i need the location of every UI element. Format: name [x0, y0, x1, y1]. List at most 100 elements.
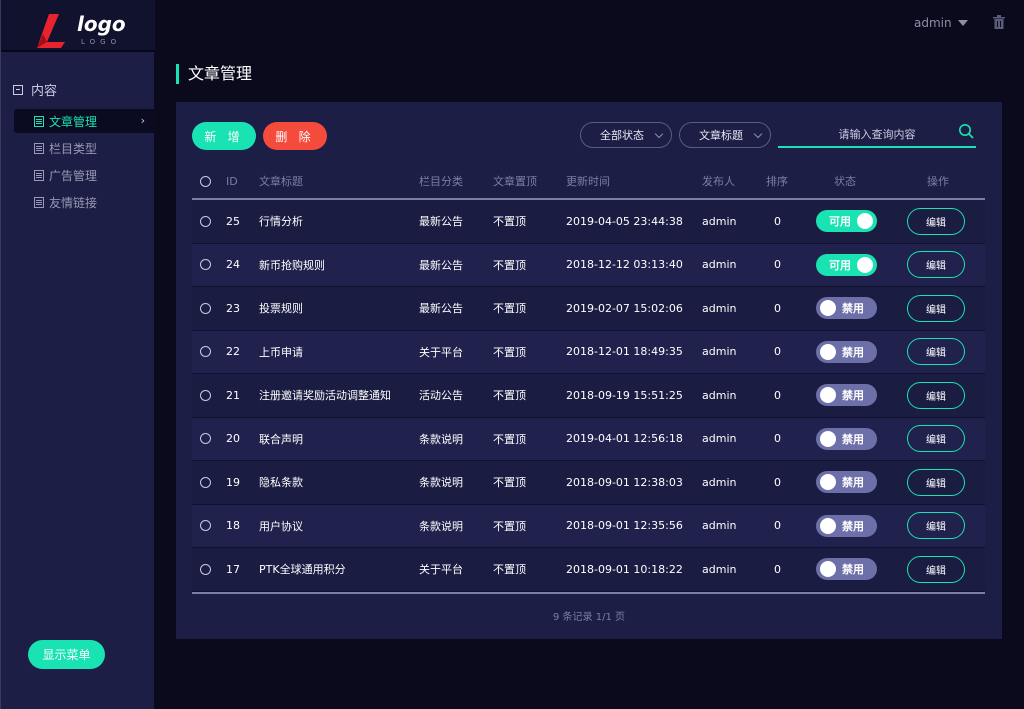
table-row[interactable]: 19 隐私条款 条款说明 不置顶 2018-09-01 12:38:03 admin 0 禁用… [192, 461, 985, 505]
toggle-knob [820, 474, 836, 491]
toggle-knob [820, 343, 836, 360]
sidebar-group-content[interactable]: 内容 [13, 80, 57, 99]
table-row[interactable]: 21 注册邀请奖励活动调整通知 活动公告 不置顶 2018-09-19 15:51:25… [192, 374, 985, 418]
header-action: 操作 [927, 175, 949, 188]
table-row[interactable]: 18 用户协议 条款说明 不置顶 2018-09-01 12:35:56 admin 0 禁用… [192, 504, 985, 548]
edit-button[interactable]: 编辑 [907, 251, 965, 279]
sidebar-item-ads[interactable]: 广告管理 [14, 163, 155, 187]
row-sort: 0 [774, 432, 781, 446]
sidebar-item-label: 栏目类型 [49, 141, 98, 156]
status-toggle[interactable]: 禁用 [816, 514, 877, 537]
select-all-radio[interactable] [200, 175, 211, 187]
row-id: 25 [226, 214, 240, 228]
status-select[interactable]: 全部状态 [580, 122, 672, 148]
row-updated: 2018-09-19 15:51:25 [566, 388, 683, 402]
status-toggle[interactable]: 禁用 [816, 340, 877, 363]
edit-button[interactable]: 编辑 [907, 207, 965, 235]
row-author: admin [702, 562, 737, 576]
row-radio[interactable] [200, 215, 211, 227]
table-row[interactable]: 17 PTK全球通用积分 关于平台 不置顶 2018-09-01 10:18:22 adm… [192, 548, 985, 592]
table-row[interactable]: 23 投票规则 最新公告 不置顶 2019-02-07 15:02:06 admin 0 禁用… [192, 287, 985, 331]
header-sort: 排序 [766, 175, 788, 188]
row-id: 20 [226, 432, 240, 446]
table-row[interactable]: 25 行情分析 最新公告 不置顶 2019-04-05 23:44:38 admin 0 可用… [192, 200, 985, 244]
row-sort: 0 [774, 562, 781, 576]
delete-button[interactable]: 删 除 [263, 122, 327, 150]
user-menu[interactable]: admin [914, 16, 968, 30]
table-header: ID 文章标题 栏目分类 文章置顶 更新时间 发布人 排序 状态 操作 [192, 164, 985, 200]
row-updated: 2018-12-01 18:49:35 [566, 345, 683, 359]
page-title: 文章管理 [176, 64, 252, 84]
row-radio[interactable] [200, 433, 211, 445]
search-input[interactable] [797, 127, 957, 141]
edit-button[interactable]: 编辑 [907, 338, 965, 366]
sidebar-item-label: 友情链接 [49, 195, 98, 210]
table-row[interactable]: 24 新币抢购规则 最新公告 不置顶 2018-12-12 03:13:40 admin 0… [192, 243, 985, 287]
document-icon [34, 196, 44, 208]
status-toggle[interactable]: 禁用 [816, 384, 877, 407]
row-id: 24 [226, 258, 240, 272]
row-radio[interactable] [200, 520, 211, 532]
row-id: 23 [226, 301, 240, 315]
status-toggle-label: 禁用 [842, 345, 864, 359]
row-pinned: 不置顶 [493, 302, 526, 316]
row-author: admin [702, 519, 737, 533]
status-toggle[interactable]: 可用 [816, 253, 877, 276]
status-toggle[interactable]: 禁用 [816, 297, 877, 320]
row-radio[interactable] [200, 259, 211, 271]
row-pinned: 不置顶 [493, 519, 526, 533]
status-toggle-label: 禁用 [842, 476, 864, 490]
row-author: admin [702, 345, 737, 359]
row-sort: 0 [774, 258, 781, 272]
status-toggle-label: 可用 [829, 215, 851, 229]
edit-button[interactable]: 编辑 [907, 512, 965, 540]
row-pinned: 不置顶 [493, 432, 526, 446]
collapse-icon [13, 84, 23, 95]
row-sort: 0 [774, 345, 781, 359]
row-title: 注册邀请奖励活动调整通知 [259, 389, 391, 403]
row-radio[interactable] [200, 389, 211, 401]
row-author: admin [702, 214, 737, 228]
status-toggle[interactable]: 禁用 [816, 471, 877, 494]
header-author: 发布人 [702, 175, 735, 188]
row-author: admin [702, 388, 737, 402]
row-radio[interactable] [200, 302, 211, 314]
chevron-down-icon [654, 129, 664, 139]
edit-button[interactable]: 编辑 [907, 425, 965, 453]
toggle-knob [820, 387, 836, 404]
toggle-knob [820, 561, 836, 578]
row-radio[interactable] [200, 476, 211, 488]
edit-button[interactable]: 编辑 [907, 294, 965, 322]
field-select[interactable]: 文章标题 [679, 122, 771, 148]
status-toggle[interactable]: 禁用 [816, 427, 877, 450]
table-row[interactable]: 20 联合声明 条款说明 不置顶 2019-04-01 12:56:18 admin 0 禁用… [192, 417, 985, 461]
chevron-right-icon: › [140, 114, 145, 127]
row-pinned: 不置顶 [493, 258, 526, 272]
row-updated: 2018-09-01 12:35:56 [566, 519, 683, 533]
row-radio[interactable] [200, 346, 211, 358]
sidebar-item-articles[interactable]: 文章管理 › [14, 109, 155, 133]
status-toggle-label: 禁用 [842, 519, 864, 533]
pagination-info: 9 条记录 1/1 页 [553, 612, 625, 623]
row-id: 18 [226, 519, 240, 533]
search-icon[interactable] [958, 123, 974, 139]
content-panel: 新 增 删 除 全部状态 文章标题 ID 文章标题 栏目分类 文章置顶 更新时间… [176, 102, 1002, 639]
row-author: admin [702, 475, 737, 489]
edit-button[interactable]: 编辑 [907, 381, 965, 409]
trash-icon[interactable] [993, 15, 1005, 29]
sidebar-item-links[interactable]: 友情链接 [14, 190, 155, 214]
row-title: 用户协议 [259, 519, 303, 533]
show-menu-button[interactable]: 显示菜单 [28, 640, 105, 669]
edit-button[interactable]: 编辑 [907, 555, 965, 583]
status-toggle[interactable]: 禁用 [816, 558, 877, 581]
sidebar-item-label: 文章管理 [49, 114, 98, 129]
status-toggle-label: 禁用 [842, 432, 864, 446]
row-radio[interactable] [200, 563, 211, 575]
row-updated: 2019-02-07 15:02:06 [566, 301, 683, 315]
table-row[interactable]: 22 上币申请 关于平台 不置顶 2018-12-01 18:49:35 admin 0 禁用… [192, 330, 985, 374]
edit-button[interactable]: 编辑 [907, 468, 965, 496]
sidebar-item-categories[interactable]: 栏目类型 [14, 136, 155, 160]
status-toggle[interactable]: 可用 [816, 210, 877, 233]
row-category: 关于平台 [419, 345, 463, 359]
add-button[interactable]: 新 增 [192, 122, 256, 150]
